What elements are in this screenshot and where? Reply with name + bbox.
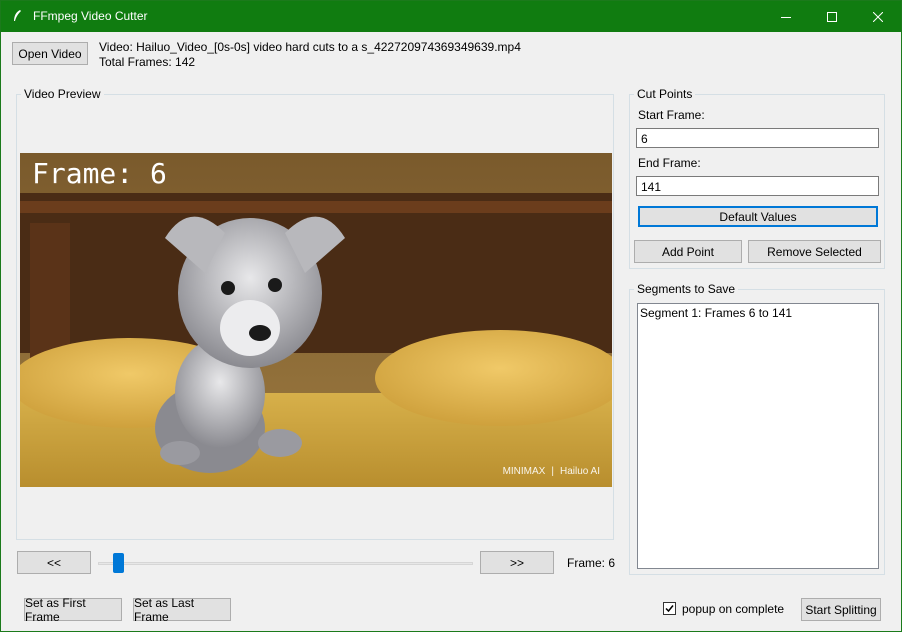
remove-selected-button[interactable]: Remove Selected — [748, 240, 881, 263]
default-values-button[interactable]: Default Values — [638, 206, 878, 227]
frame-slider[interactable] — [98, 553, 473, 573]
minimize-icon — [781, 16, 791, 18]
next-frame-button[interactable]: >> — [480, 551, 554, 574]
minimize-button[interactable] — [763, 1, 809, 32]
total-frames-text: Total Frames: 142 — [99, 55, 196, 69]
maximize-button[interactable] — [809, 1, 855, 32]
add-point-button[interactable]: Add Point — [634, 240, 742, 263]
frame-overlay-text: Frame: 6 — [32, 157, 167, 190]
prev-frame-button[interactable]: << — [17, 551, 91, 574]
set-first-frame-button[interactable]: Set as First Frame — [24, 596, 122, 624]
watermark-minimax: MINIMAX — [502, 466, 546, 477]
video-frame-image — [20, 153, 612, 487]
list-item[interactable]: Segment 1: Frames 6 to 141 — [638, 304, 878, 322]
open-video-button[interactable]: Open Video — [12, 42, 88, 65]
cut-points-label: Cut Points — [634, 87, 696, 101]
slider-track — [98, 562, 473, 565]
popup-checkbox-label[interactable]: popup on complete — [682, 602, 784, 616]
feather-icon — [14, 10, 21, 21]
close-button[interactable] — [855, 1, 901, 32]
start-splitting-button[interactable]: Start Splitting — [801, 598, 881, 621]
start-frame-input[interactable]: 6 — [636, 128, 879, 148]
video-info-text: Video: Hailuo_Video_[0s-0s] video hard c… — [99, 40, 521, 54]
video-preview-label: Video Preview — [21, 87, 104, 101]
set-last-frame-button[interactable]: Set as Last Frame — [133, 596, 231, 624]
end-frame-label: End Frame: — [638, 156, 701, 170]
watermark: MINIMAX | Hailuo AI — [503, 466, 600, 477]
current-frame-label: Frame: 6 — [567, 556, 616, 570]
watermark-hailuo: Hailuo AI — [559, 466, 600, 477]
title-bar[interactable]: FFmpeg Video Cutter — [1, 1, 901, 32]
popup-checkbox[interactable] — [663, 602, 676, 615]
segments-listbox[interactable]: Segment 1: Frames 6 to 141 — [637, 303, 879, 569]
maximize-icon — [827, 11, 837, 22]
watermark-divider: | — [551, 466, 554, 477]
segments-label: Segments to Save — [634, 282, 739, 296]
end-frame-input[interactable]: 141 — [636, 176, 879, 196]
checkmark-icon — [665, 605, 674, 613]
close-icon — [873, 11, 883, 22]
window-title: FFmpeg Video Cutter — [33, 9, 148, 23]
start-frame-label: Start Frame: — [638, 108, 705, 122]
video-frame: Frame: 6 MINIMAX | Hailuo AI — [20, 153, 612, 487]
app-window: FFmpeg Video Cutter Open Video Video: Ha… — [0, 0, 902, 632]
slider-thumb[interactable] — [113, 553, 124, 573]
